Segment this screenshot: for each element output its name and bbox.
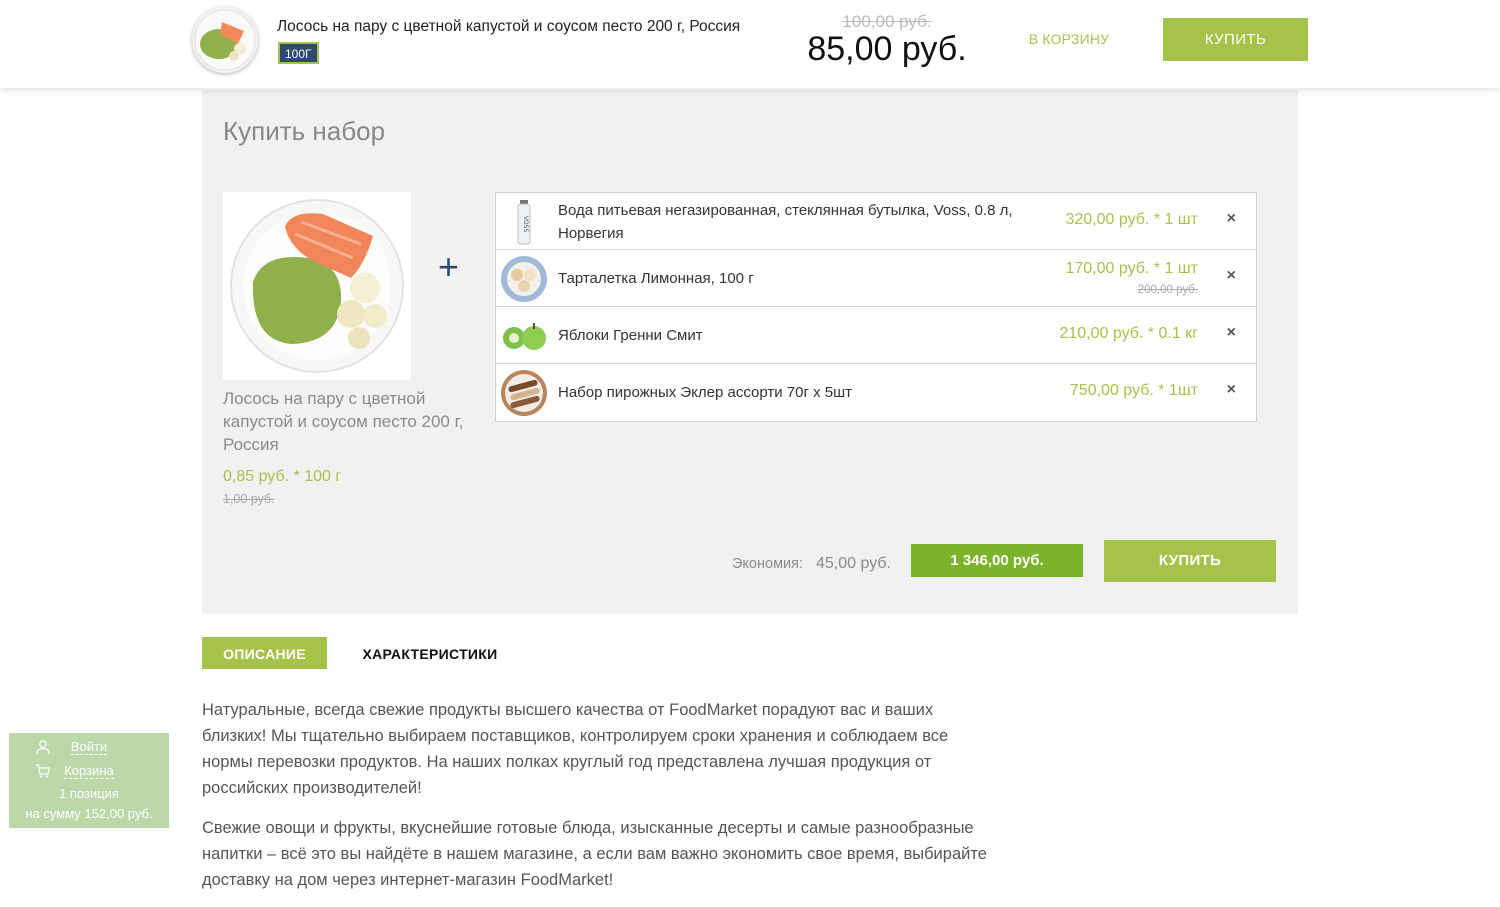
- cart-link[interactable]: Корзина: [64, 763, 114, 779]
- cart-count: 1 позиция: [59, 786, 119, 801]
- current-price: 85,00 руб.: [807, 30, 967, 68]
- remove-item-icon[interactable]: ×: [1227, 267, 1236, 285]
- item-name[interactable]: Вода питьевая негазированная, стеклянная…: [558, 193, 1038, 250]
- bundle-items-list: VOSS Вода питьевая негазированная, стекл…: [495, 192, 1257, 422]
- eclairs-image: [500, 369, 548, 417]
- item-old-price: 200,00 руб.: [1137, 284, 1198, 296]
- product-title: Лосось на пару с цветной капустой и соус…: [277, 18, 741, 35]
- bundle-panel: Купить набор Лосось на пару с цветной ка…: [202, 90, 1298, 614]
- user-cart-widget: Войти Корзина 1 позиция на сумму 152,00 …: [9, 733, 169, 828]
- apples-image: [500, 312, 548, 360]
- main-product-image[interactable]: [223, 192, 411, 380]
- tab-description[interactable]: ОПИСАНИЕ: [202, 637, 327, 669]
- plus-icon: +: [438, 246, 460, 287]
- product-thumbnail[interactable]: [192, 7, 258, 73]
- cart-sum: на сумму 152,00 руб.: [25, 806, 153, 821]
- item-name[interactable]: Тарталетка Лимонная, 100 г: [558, 250, 1038, 307]
- savings-value: 45,00 руб.: [816, 555, 891, 572]
- bundle-item: Яблоки Гренни Смит 210,00 руб. * 0.1 кг …: [496, 307, 1256, 364]
- remove-item-icon[interactable]: ×: [1227, 381, 1236, 399]
- bundle-title: Купить набор: [223, 116, 386, 146]
- bundle-item: Набор пирожных Эклер ассорти 70г х 5шт 7…: [496, 364, 1256, 421]
- bundle-item: VOSS Вода питьевая негазированная, стекл…: [496, 193, 1256, 250]
- tartlet-image: [500, 255, 548, 303]
- cart-icon: [36, 764, 51, 778]
- sticky-product-bar: Лосось на пару с цветной капустой и соус…: [0, 0, 1500, 88]
- item-price: 210,00 руб. * 0.1 кг: [1059, 325, 1198, 342]
- svg-text:VOSS: VOSS: [522, 216, 529, 233]
- description-paragraph: Свежие овощи и фрукты, вкуснейшие готовы…: [202, 819, 987, 889]
- add-to-cart-link[interactable]: В КОРЗИНУ: [1014, 31, 1124, 47]
- item-price: 750,00 руб. * 1шт: [1069, 382, 1198, 399]
- weight-badge[interactable]: 100Г: [278, 42, 319, 64]
- main-product-name[interactable]: Лосось на пару с цветной капустой и соус…: [223, 387, 473, 456]
- main-product-price: 0,85 руб. * 100 г: [223, 468, 342, 485]
- bundle-buy-button[interactable]: КУПИТЬ: [1104, 540, 1276, 582]
- item-price: 170,00 руб. * 1 шт: [1065, 260, 1198, 277]
- cart-row: Корзина: [9, 763, 169, 779]
- voss-bottle-image: VOSS: [500, 198, 548, 246]
- login-link[interactable]: Войти: [70, 739, 108, 755]
- item-price: 320,00 руб. * 1 шт: [1065, 211, 1198, 228]
- description-paragraph: Натуральные, всегда свежие продукты высш…: [202, 701, 949, 797]
- login-row: Войти: [9, 739, 169, 755]
- item-name[interactable]: Яблоки Гренни Смит: [558, 307, 1038, 364]
- user-icon: [36, 740, 50, 755]
- bundle-item: Тарталетка Лимонная, 100 г 170,00 руб. *…: [496, 250, 1256, 307]
- buy-button[interactable]: КУПИТЬ: [1163, 18, 1308, 61]
- remove-item-icon[interactable]: ×: [1227, 324, 1236, 342]
- main-product-old-price: 1,00 руб.: [223, 492, 275, 506]
- description-text: Натуральные, всегда свежие продукты высш…: [202, 697, 1002, 907]
- bundle-total: 1 346,00 руб.: [911, 544, 1083, 577]
- old-price: 100,00 руб.: [842, 12, 932, 31]
- tab-specifications[interactable]: ХАРАКТЕРИСТИКИ: [352, 637, 508, 669]
- savings-label: Экономия:: [732, 556, 804, 572]
- remove-item-icon[interactable]: ×: [1227, 210, 1236, 228]
- item-name[interactable]: Набор пирожных Эклер ассорти 70г х 5шт: [558, 364, 1038, 421]
